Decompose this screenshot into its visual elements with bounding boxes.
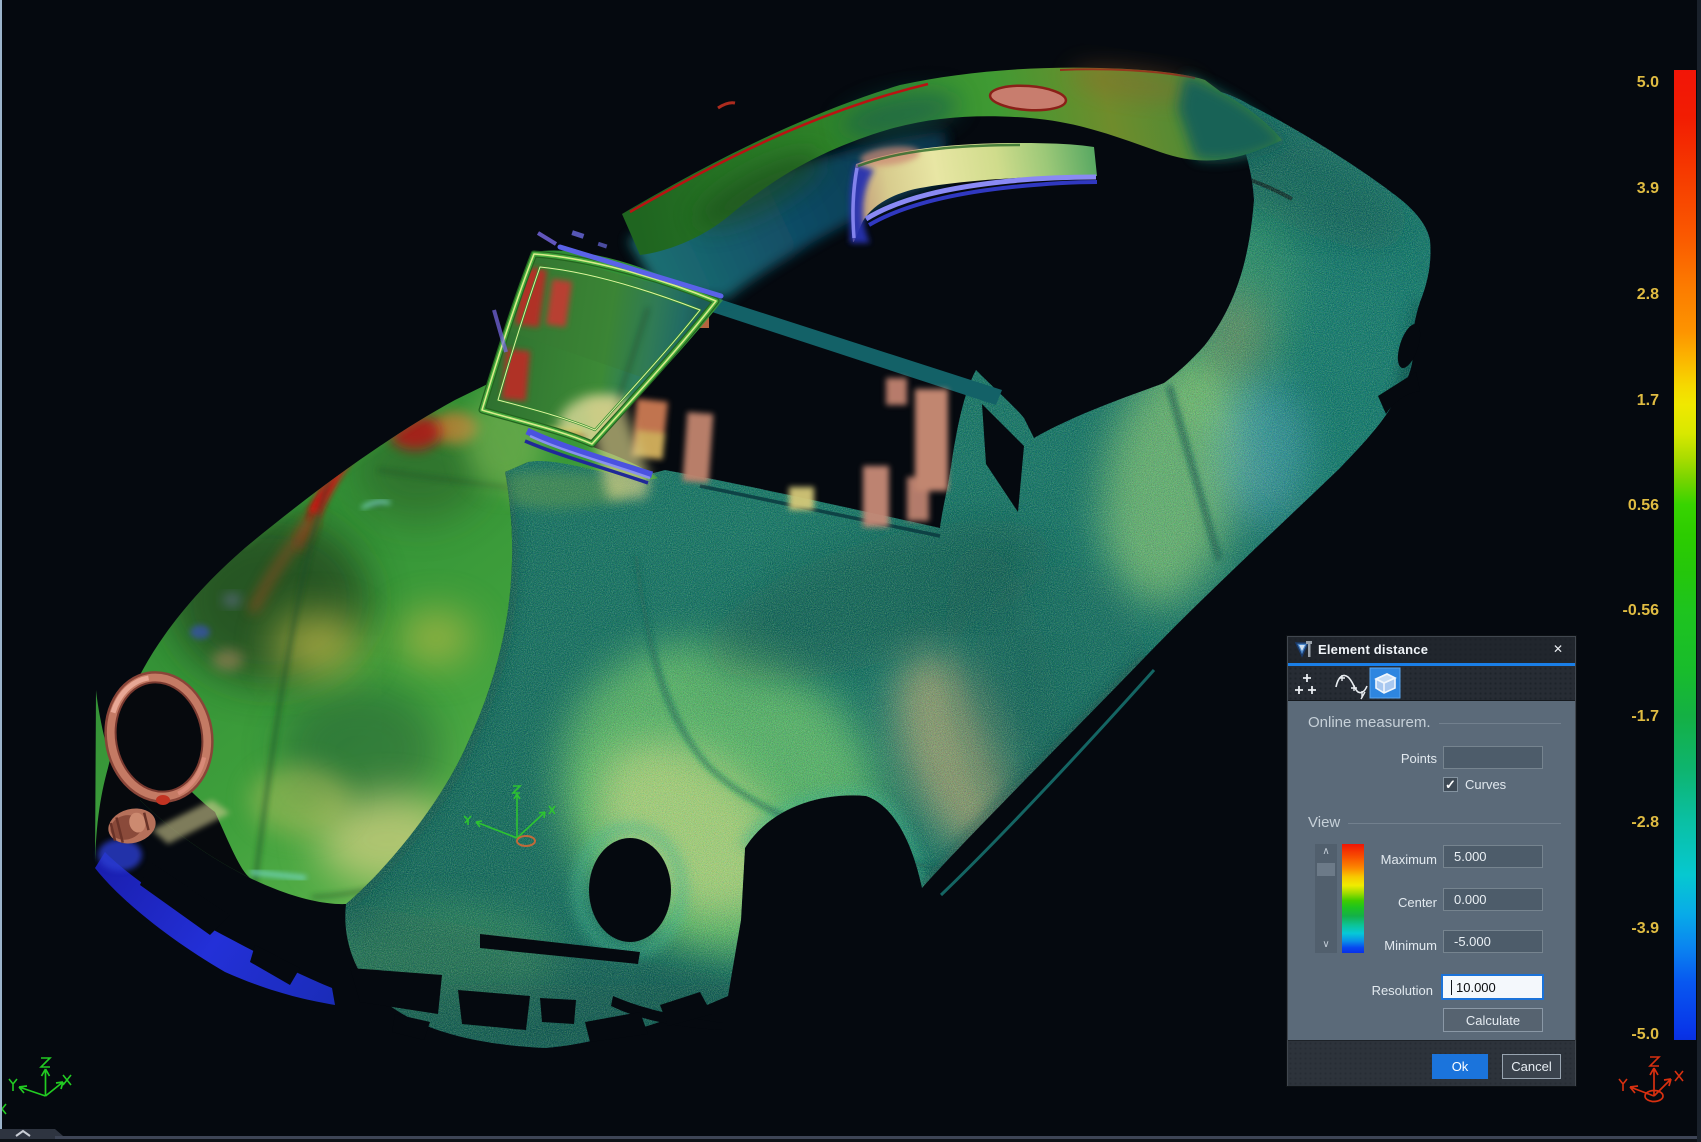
svg-text:5.0: 5.0 — [1637, 74, 1659, 91]
svg-text:-1.7: -1.7 — [1631, 708, 1659, 725]
svg-text:2.8: 2.8 — [1637, 286, 1659, 303]
svg-text:0.56: 0.56 — [1628, 497, 1659, 514]
svg-text:-2.8: -2.8 — [1631, 814, 1659, 831]
svg-text:3.9: 3.9 — [1637, 180, 1659, 197]
svg-text:-5.0: -5.0 — [1631, 1026, 1659, 1043]
svg-text:-3.9: -3.9 — [1631, 920, 1659, 937]
svg-text:1.7: 1.7 — [1637, 392, 1659, 409]
svg-text:-0.56: -0.56 — [1623, 602, 1660, 619]
